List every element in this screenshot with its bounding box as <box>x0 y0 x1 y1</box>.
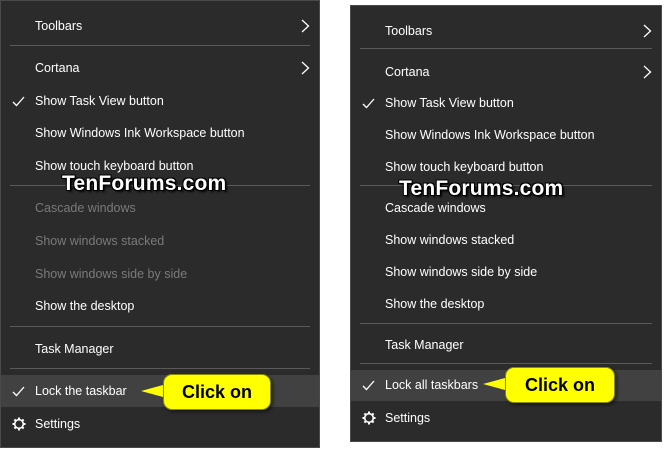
menu-item-show-windows-side-by-side[interactable]: Show windows side by side <box>351 257 661 287</box>
menu-item-label: Show windows side by side <box>35 267 188 281</box>
menu-item-label: Task Manager <box>35 342 114 356</box>
menu-item-label: Show Windows Ink Workspace button <box>35 126 245 140</box>
chevron-right-icon <box>641 16 653 46</box>
menu-item-label: Cortana <box>385 65 430 79</box>
menu-item-label: Show the desktop <box>385 297 485 311</box>
menu-separator <box>360 363 652 364</box>
menu-item-cortana[interactable]: Cortana <box>1 53 319 83</box>
menu-item-toolbars[interactable]: Toolbars <box>1 11 319 41</box>
menu-separator <box>10 326 310 327</box>
menu-item-show-task-view[interactable]: Show Task View button <box>351 88 661 118</box>
menu-item-toolbars[interactable]: Toolbars <box>351 16 661 46</box>
menu-item-label: Lock all taskbars <box>385 378 479 392</box>
menu-item-label: Settings <box>385 411 431 425</box>
menu-item-label: Settings <box>35 417 81 431</box>
menu-item-label: Show Task View button <box>385 96 514 110</box>
gear-icon <box>361 403 377 433</box>
checkmark-icon <box>11 375 25 407</box>
chevron-right-icon <box>299 53 311 83</box>
menu-item-task-manager[interactable]: Task Manager <box>1 334 319 364</box>
menu-separator <box>10 368 310 369</box>
menu-item-show-ink-workspace[interactable]: Show Windows Ink Workspace button <box>351 120 661 150</box>
taskbar-context-menu-left: Toolbars Cortana Show Task View button S… <box>0 0 320 448</box>
checkmark-icon <box>11 86 25 116</box>
menu-item-show-desktop[interactable]: Show the desktop <box>351 289 661 319</box>
menu-item-show-task-view[interactable]: Show Task View button <box>1 86 319 116</box>
menu-item-label: Show the desktop <box>35 299 135 313</box>
checkmark-icon <box>361 88 375 118</box>
menu-item-settings[interactable]: Settings <box>351 403 661 433</box>
callout-pointer <box>483 378 505 390</box>
menu-item-label: Cascade windows <box>35 201 136 215</box>
menu-separator <box>10 45 310 46</box>
click-on-callout-right: Click on <box>505 367 615 403</box>
chevron-right-icon <box>299 11 311 41</box>
menu-item-show-windows-stacked[interactable]: Show windows stacked <box>351 225 661 255</box>
menu-item-label: Show windows side by side <box>385 265 538 279</box>
menu-item-label: Toolbars <box>35 19 83 33</box>
menu-separator <box>360 323 652 324</box>
menu-item-label: Show Windows Ink Workspace button <box>385 128 595 142</box>
menu-item-label: Task Manager <box>385 338 464 352</box>
menu-item-task-manager[interactable]: Task Manager <box>351 330 661 360</box>
menu-item-label: Show windows stacked <box>385 233 515 247</box>
menu-item-label: Lock the taskbar <box>35 384 127 398</box>
menu-item-show-ink-workspace[interactable]: Show Windows Ink Workspace button <box>1 118 319 148</box>
gear-icon <box>11 409 27 439</box>
menu-item-label: Show windows stacked <box>35 234 165 248</box>
menu-item-label: Show Task View button <box>35 94 164 108</box>
watermark-right: TenForums.com <box>399 177 564 200</box>
click-on-callout-left: Click on <box>163 374 271 410</box>
menu-item-show-windows-side-by-side: Show windows side by side <box>1 259 319 289</box>
menu-item-label: Toolbars <box>385 24 433 38</box>
chevron-right-icon <box>641 57 653 87</box>
menu-item-show-windows-stacked: Show windows stacked <box>1 226 319 256</box>
watermark-left: TenForums.com <box>62 172 227 195</box>
callout-pointer <box>141 385 163 397</box>
menu-item-cascade-windows: Cascade windows <box>1 193 319 223</box>
menu-item-cortana[interactable]: Cortana <box>351 57 661 87</box>
menu-item-label: Cortana <box>35 61 80 75</box>
menu-separator <box>360 48 652 49</box>
checkmark-icon <box>361 370 375 401</box>
menu-item-show-desktop[interactable]: Show the desktop <box>1 291 319 321</box>
menu-item-settings[interactable]: Settings <box>1 409 319 439</box>
